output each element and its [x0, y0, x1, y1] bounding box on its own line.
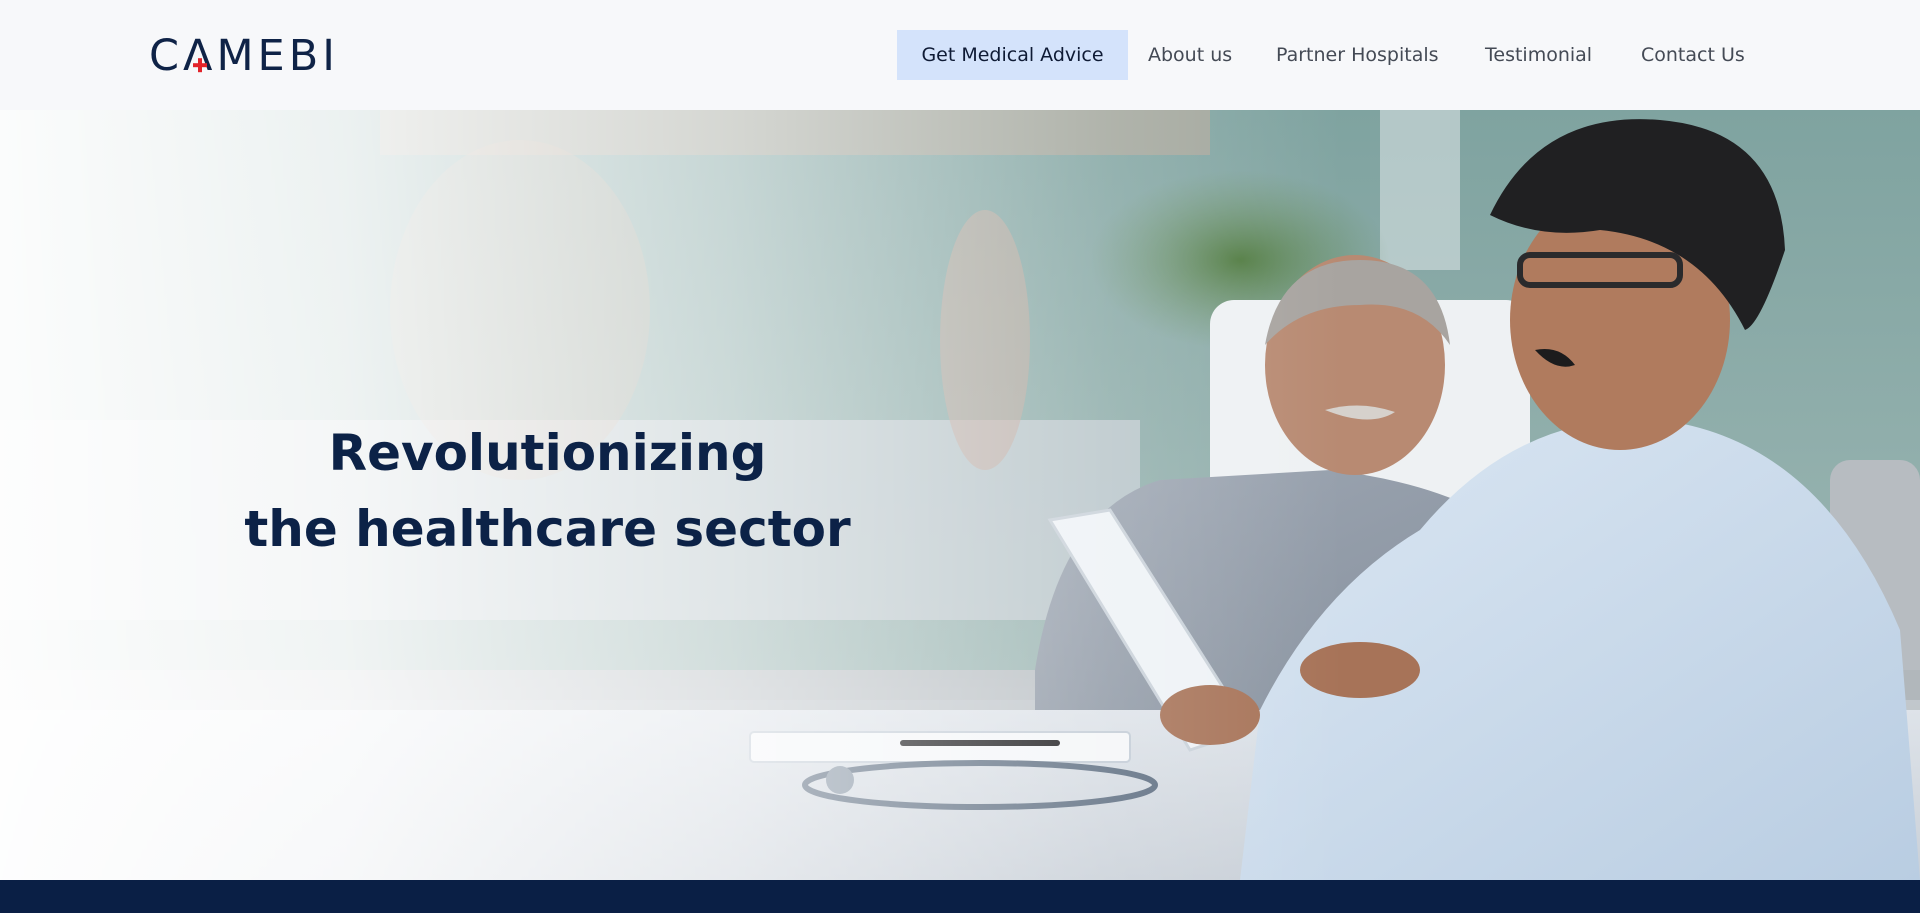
main-nav: Get Medical Advice About us Partner Hosp… [0, 30, 1920, 80]
nav-partner-hospitals[interactable]: Partner Hospitals [1276, 30, 1439, 80]
get-medical-advice-button[interactable]: Get Medical Advice [897, 30, 1128, 80]
hero-headline-line1: Revolutionizing [328, 424, 767, 482]
nav-contact-us[interactable]: Contact Us [1641, 30, 1745, 80]
hero-headline: Revolutionizing the healthcare sector [230, 415, 865, 567]
footer-bar [0, 880, 1920, 913]
nav-about-us[interactable]: About us [1148, 30, 1232, 80]
hero-headline-line2: the healthcare sector [244, 500, 851, 558]
nav-testimonial[interactable]: Testimonial [1485, 30, 1592, 80]
site-header: C Λ MEBI Get Medical Advice About us Partn… [0, 0, 1920, 110]
hero-banner: Revolutionizing the healthcare sector [0, 110, 1920, 880]
